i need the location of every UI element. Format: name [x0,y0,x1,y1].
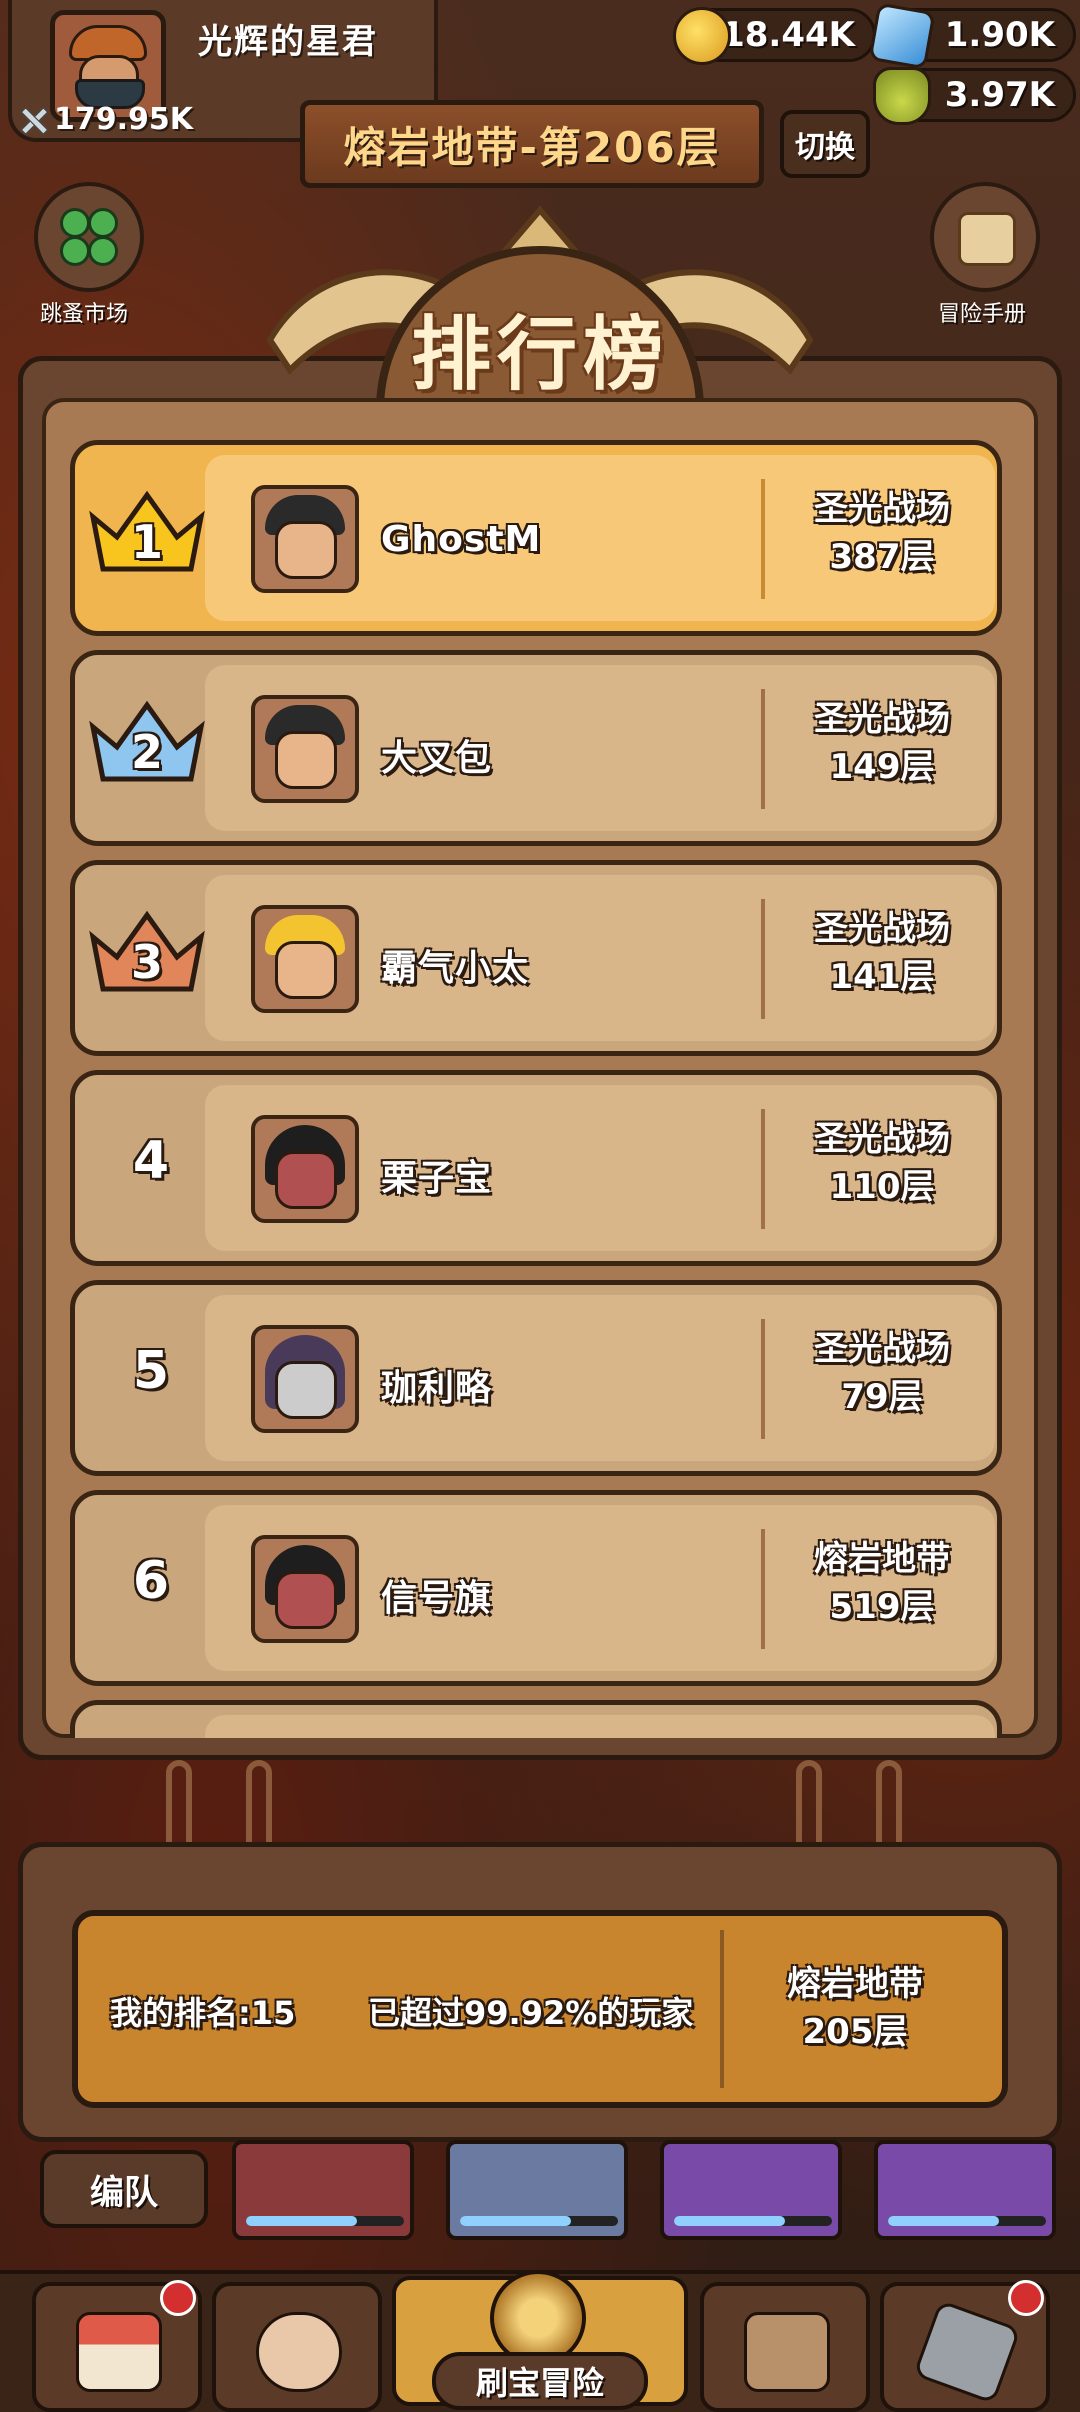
team-button[interactable]: 编队 [40,2150,208,2228]
nav-inventory[interactable] [700,2282,870,2412]
crossed-swords-icon [18,105,48,135]
hero-card[interactable] [232,2140,414,2240]
stage-floor: 387层 [829,537,935,577]
player-avatar [251,1325,359,1433]
gold-counter[interactable]: 18.44K [673,7,876,65]
stage-name: 圣光战场 [814,909,950,949]
leaderboard-row[interactable]: 6 信号旗 熔岩地带 519层 [70,1490,1002,1686]
player-avatar [251,1115,359,1223]
rank-number: 6 [132,1551,170,1611]
leaderboard-row[interactable]: 4 栗子宝 圣光战场 110层 [70,1070,1002,1266]
shop-icon [76,2312,162,2392]
leaderboard-title: 排行榜 [411,308,669,401]
stage-info: 熔岩地带 519层 [769,1535,995,1631]
gem-value: 1.90K [944,15,1055,55]
potion-icon [873,67,931,125]
leaderboard-list[interactable]: 1 GhostM 圣光战场 387层 2 大叉包 圣光战场 149层 3 霸气小… [60,430,1020,1738]
stage-name: 熔岩地带 [814,1539,950,1579]
power-value: 179.95K [54,102,194,137]
rank-number: 2 [130,725,163,779]
gem-icon [868,2,936,70]
rank-number: 1 [130,515,163,569]
hero-card[interactable] [446,2140,628,2240]
gem-counter[interactable]: 1.90K [868,2,1076,70]
my-percent-text: 已超过99.92%的玩家 [368,1994,694,2032]
stage-floor: 519层 [829,1587,935,1627]
player-name: GhostM [381,519,542,560]
stage-name: 圣光战场 [814,1119,950,1159]
hero-card[interactable] [874,2140,1056,2240]
stage-info: 圣光战场 141层 [769,905,995,1001]
leaderboard-row-partial[interactable] [70,1700,1002,1738]
adventure-handbook-button[interactable] [930,182,1040,292]
stage-floor: 79层 [841,1377,923,1417]
stage-info: 圣光战场 79层 [769,1325,995,1421]
nav-adventure-label[interactable]: 刷宝冒险 [432,2352,648,2410]
player-name: 霸气小太 [381,948,530,989]
rank-number: 3 [130,935,163,989]
player-name: 光辉的星君 [198,22,378,62]
notification-dot [160,2280,196,2316]
stage-name: 圣光战场 [814,489,950,529]
player-avatar [251,695,359,803]
stage-name: 圣光战场 [814,1329,950,1369]
stage-floor: 141层 [829,957,935,997]
flea-market-button[interactable] [34,182,144,292]
leaderboard-row[interactable]: 3 霸气小太 圣光战场 141层 [70,860,1002,1056]
player-power: 179.95K [18,102,193,137]
clover-icon [60,208,120,268]
leaderboard-row[interactable]: 1 GhostM 圣光战场 387层 [70,440,1002,636]
stage-floor: 205层 [802,2012,908,2052]
leaderboard-row[interactable]: 5 珈利略 圣光战场 79层 [70,1280,1002,1476]
potion-value: 3.97K [944,75,1055,115]
nav-forge[interactable] [880,2280,1050,2412]
stage-floor: 110层 [829,1167,935,1207]
stage-name: 圣光战场 [814,699,950,739]
nav-shop[interactable] [32,2280,202,2412]
stage-info: 圣光战场 387层 [769,485,995,581]
my-stage-info: 熔岩地带 205层 [730,1960,980,2056]
gold-value: 18.44K [721,15,855,55]
notification-dot [1008,2280,1044,2316]
player-avatar [251,905,359,1013]
hero-icon [256,2312,342,2392]
backpack-icon [744,2312,830,2392]
player-name: 信号旗 [381,1578,493,1619]
coin-icon [673,7,731,65]
stage-info: 圣光战场 149层 [769,695,995,791]
player-avatar [251,485,359,593]
divider [720,1930,724,2088]
switch-button[interactable]: 切换 [780,110,870,178]
rank-number: 4 [132,1131,170,1191]
level-banner: 熔岩地带-第206层 [300,100,764,188]
my-rank-text: 我的排名:15 [110,1994,296,2032]
player-name: 珈利略 [381,1368,493,1409]
potion-counter[interactable]: 3.97K [873,67,1076,125]
leaderboard-row[interactable]: 2 大叉包 圣光战场 149层 [70,650,1002,846]
hero-card[interactable] [660,2140,842,2240]
stage-info: 圣光战场 110层 [769,1115,995,1211]
player-name: 栗子宝 [381,1158,493,1199]
stage-name: 熔岩地带 [787,1964,923,2004]
stage-floor: 149层 [829,747,935,787]
scroll-icon [958,212,1016,266]
hammer-icon [912,2299,1022,2405]
player-name: 大叉包 [381,738,493,779]
nav-heroes[interactable] [212,2282,382,2412]
rank-number: 5 [132,1341,170,1401]
player-avatar [251,1535,359,1643]
